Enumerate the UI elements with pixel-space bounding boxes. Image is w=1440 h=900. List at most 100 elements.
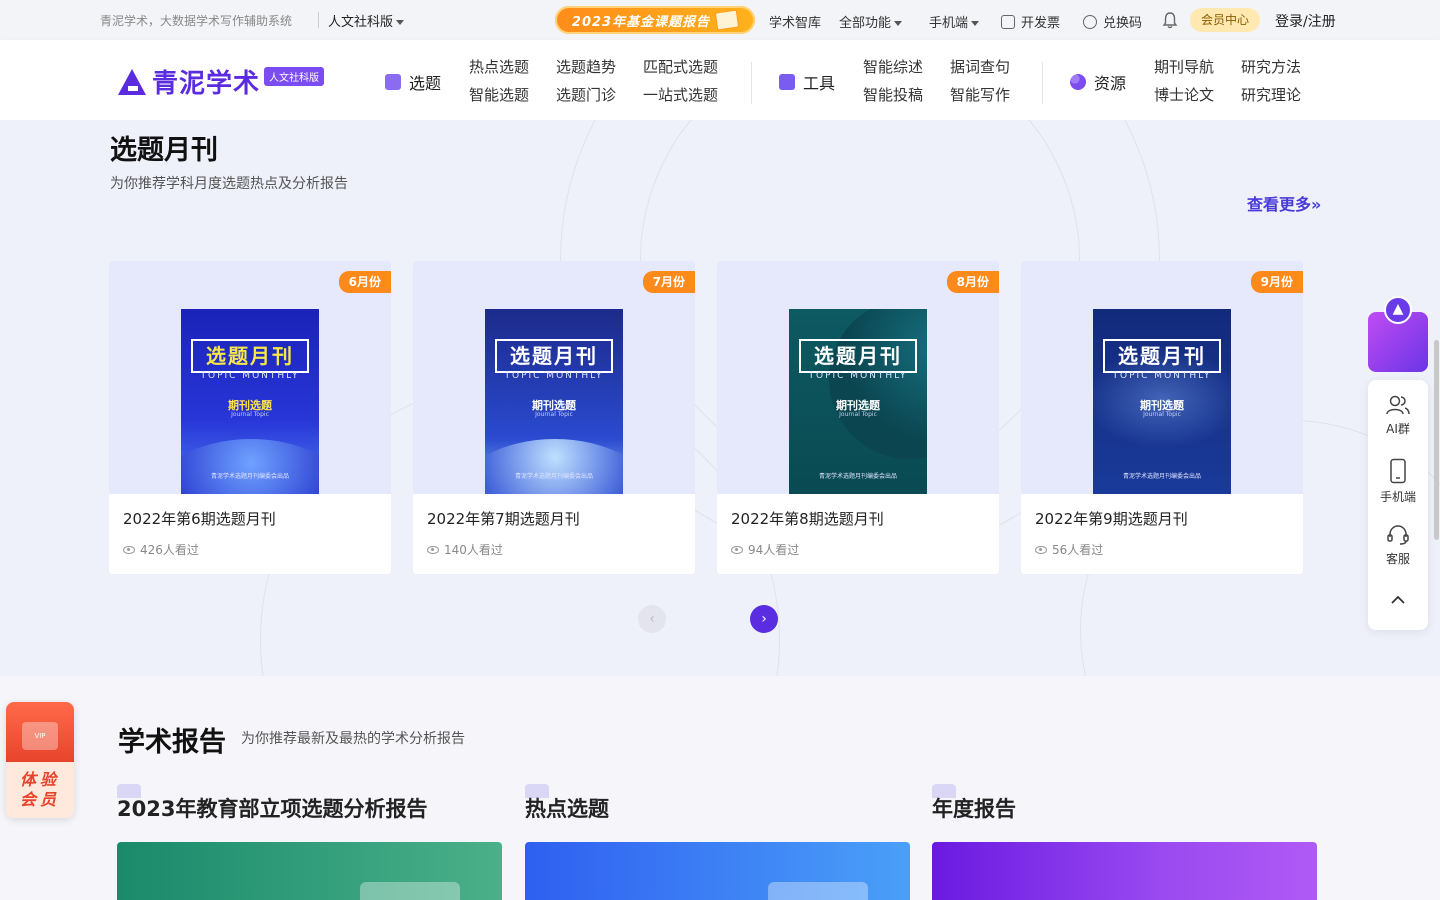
report-column-title[interactable]: 2023年教育部立项选题分析报告 bbox=[117, 793, 427, 823]
vip-trial-widget[interactable]: VIP 体验 会员 bbox=[6, 702, 74, 818]
card-title: 2022年第9期选题月刊 bbox=[1035, 510, 1188, 528]
logo[interactable]: 青泥学术 人文社科版 bbox=[116, 63, 325, 100]
cover-journal-en: Journal Topic bbox=[535, 411, 573, 418]
cover-subtitle: TOPIC MONTHLY bbox=[504, 371, 604, 381]
invoice-link[interactable]: 开发票 bbox=[1001, 12, 1060, 31]
page-scrollbar[interactable] bbox=[1434, 340, 1439, 540]
nav-link-research-theories[interactable]: 研究理论 bbox=[1241, 84, 1301, 105]
card-cover-area: 8月份 选题月刊 TOPIC MONTHLY 期刊选题 Journal Topi… bbox=[717, 261, 999, 494]
nav-link-journal-guide[interactable]: 期刊导航 bbox=[1154, 56, 1214, 77]
side-item-label: 手机端 bbox=[1379, 490, 1416, 504]
divider bbox=[318, 12, 319, 28]
topic-monthly-section: 选题月刊 为你推荐学科月度选题热点及分析报告 查看更多» 6月份 选题月刊 TO… bbox=[0, 120, 1440, 676]
decorative-shape bbox=[360, 882, 460, 900]
side-item-mobile[interactable]: 手机端 bbox=[1368, 458, 1428, 505]
report-cover-image[interactable] bbox=[932, 842, 1317, 900]
nav-link-doctoral-theses[interactable]: 博士论文 bbox=[1154, 84, 1214, 105]
nav-link-smart-writing[interactable]: 智能写作 bbox=[950, 84, 1010, 105]
nav-group-resources[interactable]: 资源 bbox=[1070, 70, 1126, 94]
refresh-icon bbox=[1083, 15, 1097, 29]
nav-group-topic-label: 选题 bbox=[409, 74, 442, 93]
cover-subtitle: TOPIC MONTHLY bbox=[1112, 371, 1212, 381]
cover-journal-en: Journal Topic bbox=[1143, 411, 1181, 418]
monthly-card[interactable]: 7月份 选题月刊 TOPIC MONTHLY 期刊选题 Journal Topi… bbox=[413, 261, 695, 574]
headset-icon bbox=[1387, 525, 1409, 545]
logo-text: 青泥学术 bbox=[152, 69, 261, 99]
phone-icon bbox=[1390, 458, 1406, 484]
nav-link-hot-topics[interactable]: 热点选题 bbox=[469, 56, 529, 77]
monthly-card[interactable]: 8月份 选题月刊 TOPIC MONTHLY 期刊选题 Journal Topi… bbox=[717, 261, 999, 574]
view-more-link[interactable]: 查看更多» bbox=[1247, 191, 1321, 215]
report-cover-image[interactable] bbox=[525, 842, 910, 900]
mobile-label: 手机端 bbox=[929, 16, 969, 31]
carousel-prev-button[interactable]: ‹ bbox=[638, 605, 666, 633]
vip-label: 体验 会员 bbox=[6, 762, 74, 818]
back-to-top-button[interactable] bbox=[1368, 594, 1428, 610]
report-cover-image[interactable] bbox=[117, 842, 502, 900]
nav-link-research-methods[interactable]: 研究方法 bbox=[1241, 56, 1301, 77]
mobile-menu[interactable]: 手机端 bbox=[929, 12, 980, 31]
section-title: 选题月刊 bbox=[110, 135, 218, 166]
cover-image: 选题月刊 TOPIC MONTHLY 期刊选题 Journal Topic 青泥… bbox=[789, 309, 927, 494]
card-cover-area: 7月份 选题月刊 TOPIC MONTHLY 期刊选题 Journal Topi… bbox=[413, 261, 695, 494]
nav-link-sentence-search[interactable]: 据词查句 bbox=[950, 56, 1010, 77]
nav-divider bbox=[1042, 62, 1043, 104]
invoice-label: 开发票 bbox=[1021, 16, 1061, 31]
all-features-menu[interactable]: 全部功能 bbox=[839, 12, 903, 31]
redeem-code-label: 兑换码 bbox=[1103, 16, 1143, 31]
login-register-link[interactable]: 登录/注册 bbox=[1275, 11, 1336, 31]
card-views: 94人看过 bbox=[731, 541, 799, 558]
report-column-title[interactable]: 热点选题 bbox=[525, 793, 609, 823]
nav-link-one-stop-topics[interactable]: 一站式选题 bbox=[643, 84, 718, 105]
invoice-icon bbox=[1001, 15, 1015, 29]
eye-icon bbox=[731, 545, 743, 554]
side-item-customer-service[interactable]: 客服 bbox=[1368, 524, 1428, 567]
chevron-down-icon bbox=[396, 20, 405, 25]
eye-icon bbox=[123, 545, 135, 554]
nav-link-matching-topics[interactable]: 匹配式选题 bbox=[643, 56, 718, 77]
main-header: 青泥学术 人文社科版 选题 热点选题 选题趋势 匹配式选题 智能选题 选题门诊 … bbox=[0, 40, 1440, 120]
cover-journal-en: Journal Topic bbox=[231, 411, 269, 418]
member-center-button[interactable]: 会员中心 bbox=[1190, 8, 1260, 32]
fund-report-banner[interactable]: 2023年基金课题报告 bbox=[555, 6, 755, 34]
planet-graphic bbox=[181, 439, 319, 494]
chevron-up-icon bbox=[1391, 595, 1405, 604]
card-cover-area: 9月份 选题月刊 TOPIC MONTHLY 期刊选题 Journal Topi… bbox=[1021, 261, 1303, 494]
report-column-title[interactable]: 年度报告 bbox=[932, 793, 1016, 823]
nav-link-smart-review[interactable]: 智能综述 bbox=[863, 56, 923, 77]
card-views: 426人看过 bbox=[123, 541, 199, 558]
card-title: 2022年第8期选题月刊 bbox=[731, 510, 884, 528]
cover-image: 选题月刊 TOPIC MONTHLY 期刊选题 Journal Topic 青泥… bbox=[485, 309, 623, 494]
side-toolbar: AI群 手机端 客服 bbox=[1368, 380, 1428, 630]
nav-link-topic-clinic[interactable]: 选题门诊 bbox=[556, 84, 616, 105]
redeem-code-link[interactable]: 兑换码 bbox=[1083, 12, 1142, 31]
nav-link-smart-submission[interactable]: 智能投稿 bbox=[863, 84, 923, 105]
nav-divider bbox=[751, 62, 752, 104]
edition-switch[interactable]: 人文社科版 bbox=[328, 11, 405, 30]
carousel-next-button[interactable]: › bbox=[750, 605, 778, 633]
views-count: 56人看过 bbox=[1052, 543, 1104, 557]
bell-icon[interactable] bbox=[1162, 11, 1178, 29]
month-badge: 8月份 bbox=[946, 271, 999, 293]
nav-group-topic[interactable]: 选题 bbox=[385, 70, 441, 94]
card-cover-area: 6月份 选题月刊 TOPIC MONTHLY 期刊选题 Journal Topi… bbox=[109, 261, 391, 494]
cover-footer: 青泥学术选题月刊编委会出品 bbox=[818, 473, 897, 480]
users-icon bbox=[1386, 395, 1410, 415]
vip-graphic: VIP bbox=[6, 702, 74, 762]
cover-journal-en: Journal Topic bbox=[839, 411, 877, 418]
section-title: 学术报告 bbox=[118, 727, 226, 758]
cover-subtitle: TOPIC MONTHLY bbox=[808, 371, 908, 381]
chevron-left-icon: ‹ bbox=[649, 611, 655, 627]
nav-link-topic-trends[interactable]: 选题趋势 bbox=[556, 56, 616, 77]
month-badge: 9月份 bbox=[1250, 271, 1303, 293]
monthly-card[interactable]: 6月份 选题月刊 TOPIC MONTHLY 期刊选题 Journal Topi… bbox=[109, 261, 391, 574]
monthly-card[interactable]: 9月份 选题月刊 TOPIC MONTHLY 期刊选题 Journal Topi… bbox=[1021, 261, 1303, 574]
nav-link-smart-topics[interactable]: 智能选题 bbox=[469, 84, 529, 105]
month-badge: 6月份 bbox=[338, 271, 391, 293]
chevron-down-icon bbox=[894, 21, 903, 26]
cover-footer: 青泥学术选题月刊编委会出品 bbox=[514, 473, 593, 480]
academic-think-tank-link[interactable]: 学术智库 bbox=[769, 12, 821, 31]
nav-group-tools[interactable]: 工具 bbox=[779, 70, 835, 94]
all-features-label: 全部功能 bbox=[839, 16, 892, 31]
side-item-ai-group[interactable]: AI群 bbox=[1368, 394, 1428, 437]
